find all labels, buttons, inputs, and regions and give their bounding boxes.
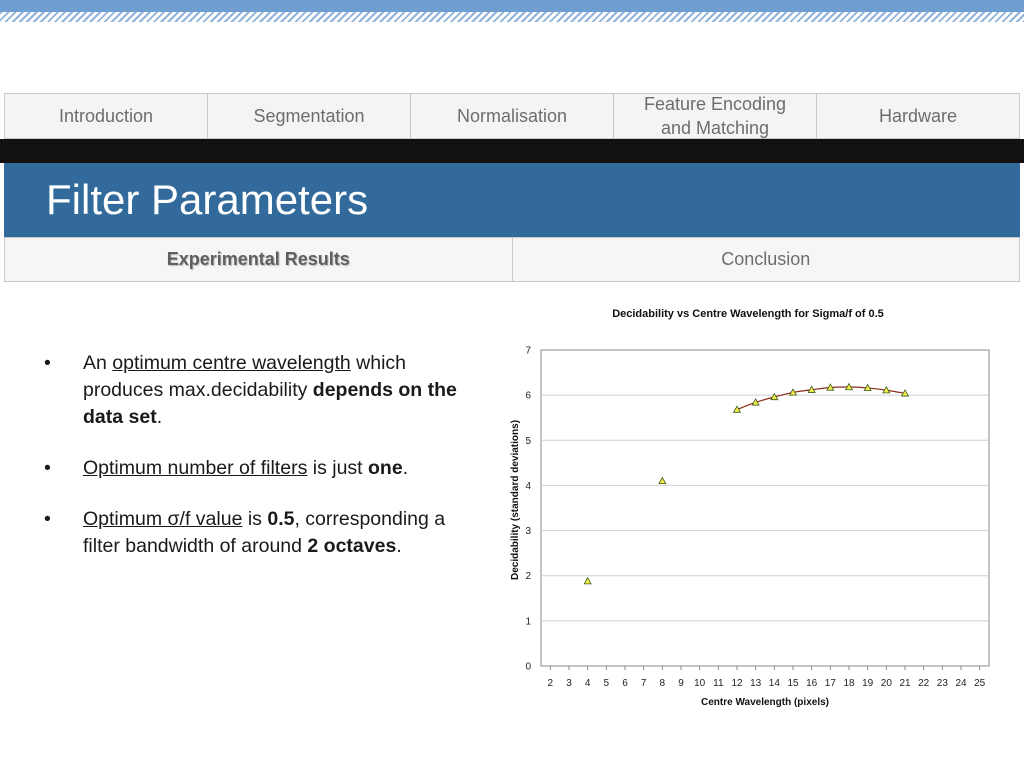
- x-tick-label: 25: [974, 678, 986, 689]
- y-tick-label: 2: [525, 571, 531, 582]
- bullet-text-bold: one: [368, 457, 403, 479]
- bullet-item: • Optimum σ/f value is 0.5, corresponding…: [40, 506, 460, 560]
- bullet-text-underlined: Optimum number of filters: [83, 457, 308, 479]
- top-hatched-stripe: [0, 12, 1024, 22]
- x-tick-label: 3: [566, 678, 572, 689]
- y-tick-label: 6: [525, 391, 531, 402]
- x-tick-label: 24: [955, 678, 967, 689]
- page-title: Filter Parameters: [46, 176, 369, 223]
- nav-tab-feature-encoding[interactable]: Feature Encoding and Matching: [614, 94, 817, 138]
- data-point: [658, 476, 667, 485]
- bullet-text: .: [156, 406, 163, 428]
- bullet-text: .: [396, 535, 402, 557]
- y-tick-label: 7: [525, 346, 531, 357]
- bullet-item: • Optimum number of filters is just one.: [40, 455, 460, 482]
- title-band: Filter Parameters: [4, 163, 1020, 237]
- nav-tab-hardware[interactable]: Hardware: [817, 94, 1019, 138]
- subnav-tab-conclusion[interactable]: Conclusion: [513, 238, 1020, 281]
- x-tick-label: 17: [825, 678, 837, 689]
- x-tick-label: 13: [750, 678, 762, 689]
- x-tick-label: 4: [585, 678, 591, 689]
- x-tick-label: 6: [622, 678, 628, 689]
- y-tick-label: 3: [525, 526, 531, 537]
- x-tick-label: 19: [862, 678, 874, 689]
- bullet-text: An: [83, 352, 113, 374]
- bullet-text-bold: 2 octaves: [307, 535, 397, 557]
- bullet-text: is just: [307, 457, 369, 479]
- x-tick-label: 11: [713, 678, 724, 689]
- x-tick-label: 2: [548, 678, 554, 689]
- bullet-item: • An optimum centre wavelength which prod…: [40, 350, 460, 431]
- bullet-dot: •: [44, 352, 51, 374]
- bullet-dot: •: [44, 457, 51, 479]
- x-tick-label: 18: [843, 678, 855, 689]
- bullet-list: • An optimum centre wavelength which prod…: [40, 350, 460, 584]
- bullet-text-underlined: Optimum σ/f value: [83, 508, 243, 530]
- x-tick-label: 9: [678, 678, 684, 689]
- nav-tab-normalisation[interactable]: Normalisation: [411, 94, 614, 138]
- x-tick-label: 10: [694, 678, 706, 689]
- section-nav: Introduction Segmentation Normalisation …: [4, 93, 1020, 139]
- x-tick-label: 23: [937, 678, 949, 689]
- chart-x-axis-label: Centre Wavelength (pixels): [701, 697, 829, 708]
- chart-y-axis-label: Decidability (standard deviations): [510, 420, 521, 580]
- x-tick-label: 8: [660, 678, 666, 689]
- plot-area-frame: [540, 349, 990, 667]
- subnav-tab-experimental-results[interactable]: Experimental Results: [5, 238, 513, 281]
- bullet-text: is: [242, 508, 268, 530]
- y-tick-label: 1: [525, 616, 531, 627]
- x-tick-label: 20: [881, 678, 893, 689]
- bullet-text: .: [402, 457, 409, 479]
- bullet-dot: •: [44, 508, 51, 530]
- x-tick-label: 15: [787, 678, 799, 689]
- y-tick-label: 0: [525, 662, 531, 673]
- x-tick-label: 22: [918, 678, 930, 689]
- nav-tab-introduction[interactable]: Introduction: [5, 94, 208, 138]
- top-accent-bar: [0, 0, 1024, 12]
- decidability-chart: Decidability vs Centre Wavelength for Si…: [510, 308, 990, 708]
- nav-tab-segmentation[interactable]: Segmentation: [208, 94, 411, 138]
- y-tick-label: 5: [525, 436, 531, 447]
- sub-nav: Experimental Results Conclusion: [4, 237, 1020, 282]
- data-point: [583, 576, 592, 585]
- bullet-text-bold: 0.5: [267, 508, 295, 530]
- y-tick-label: 4: [525, 481, 531, 492]
- x-tick-label: 7: [641, 678, 647, 689]
- x-tick-label: 21: [899, 678, 911, 689]
- bullet-text-underlined: optimum centre wavelength: [112, 352, 351, 374]
- chart-title: Decidability vs Centre Wavelength for Si…: [612, 308, 884, 320]
- divider-band: [0, 139, 1024, 163]
- x-tick-label: 12: [731, 678, 743, 689]
- x-tick-label: 16: [806, 678, 818, 689]
- x-tick-label: 5: [604, 678, 610, 689]
- series-trend-line: [736, 386, 906, 411]
- x-tick-label: 14: [769, 678, 781, 689]
